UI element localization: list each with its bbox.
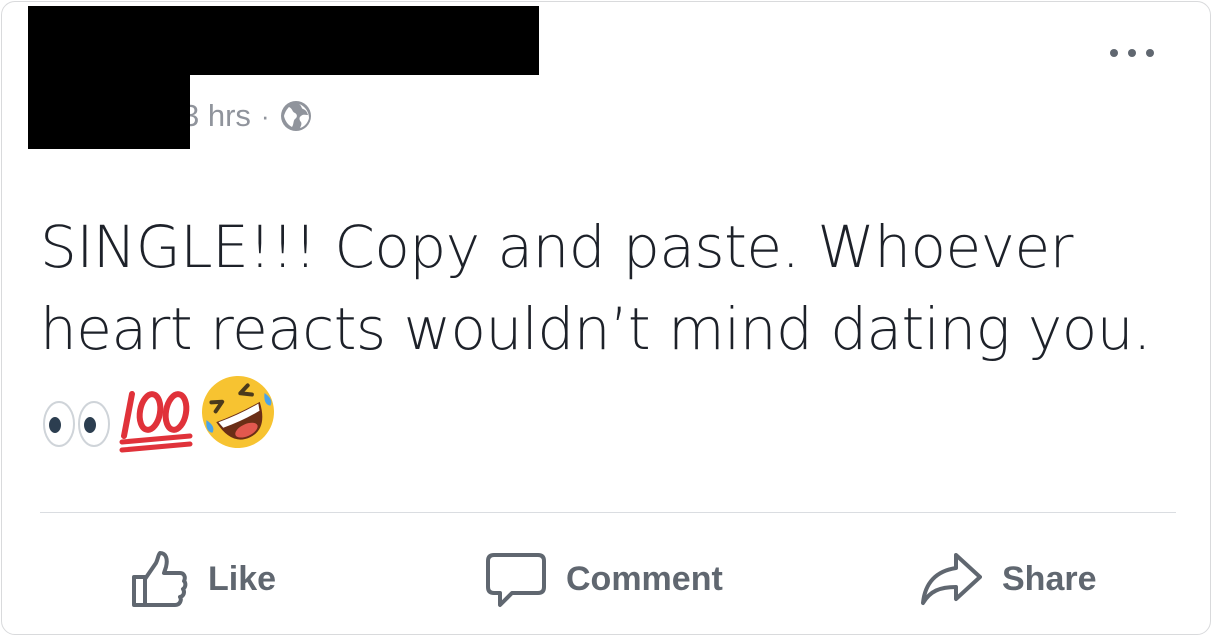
post-text: SINGLE!!! Copy and paste. Whoever heart … [40, 206, 1170, 461]
rolling-on-floor-laughing-emoji [202, 376, 274, 448]
redacted-avatar [28, 6, 190, 149]
comment-button[interactable]: Comment [486, 542, 723, 616]
hundred-points-emoji [119, 391, 193, 453]
meta-separator: · [260, 100, 270, 131]
share-arrow-icon [921, 553, 982, 605]
post-card: 3 hrs · SINGLE!!! Copy and paste. Whoeve… [1, 1, 1211, 635]
post-text-content: SINGLE!!! Copy and paste. Whoever heart … [40, 213, 1151, 363]
action-divider [40, 512, 1176, 513]
thumbs-up-icon [132, 551, 188, 607]
more-options-button[interactable] [1100, 38, 1164, 68]
comment-label: Comment [566, 559, 723, 598]
action-bar: Like Comment Share [40, 542, 1176, 616]
post-timestamp[interactable]: 3 hrs [182, 98, 251, 134]
eyes-emoji [43, 401, 110, 447]
share-label: Share [1002, 559, 1097, 598]
like-label: Like [208, 559, 277, 598]
more-options-icon [1110, 49, 1154, 57]
share-button[interactable]: Share [920, 542, 1097, 616]
globe-icon[interactable] [280, 100, 312, 132]
speech-bubble-icon [486, 553, 546, 607]
like-button[interactable]: Like [130, 542, 276, 616]
post-meta: 3 hrs · [182, 96, 312, 136]
